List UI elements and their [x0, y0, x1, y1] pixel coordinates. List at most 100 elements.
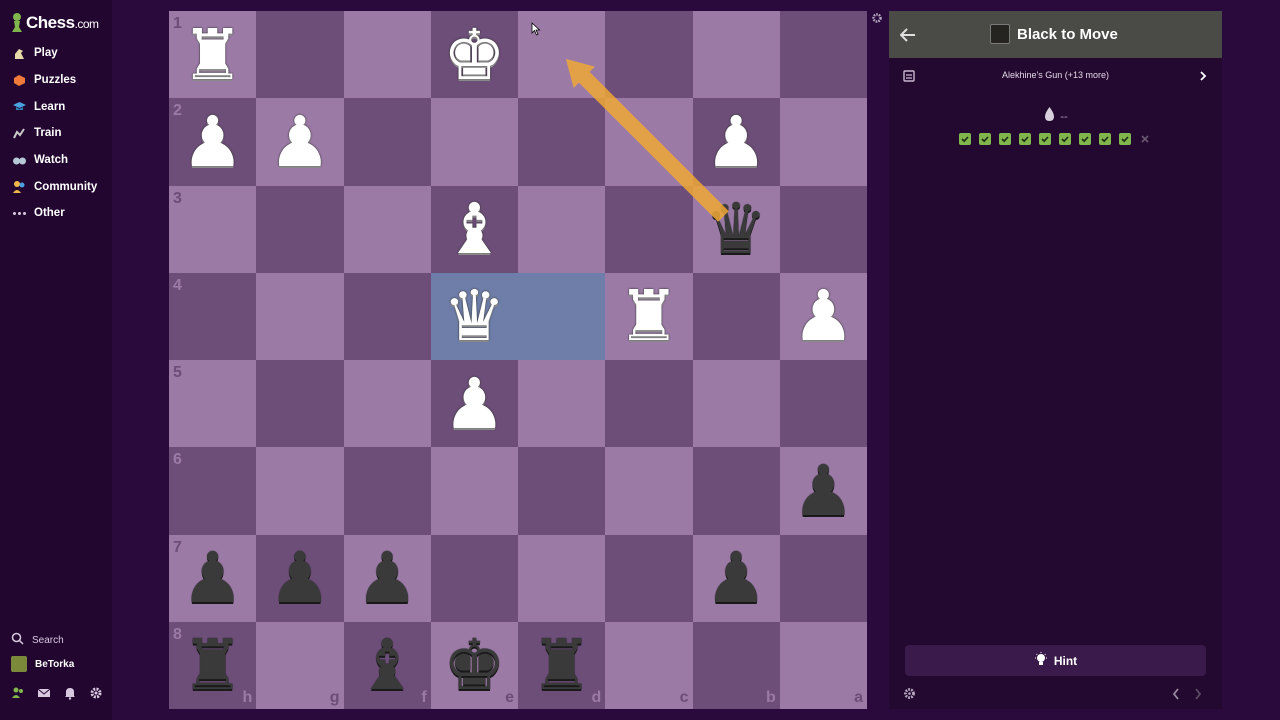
black-king-icon[interactable]: ♚: [443, 630, 506, 700]
square-b3[interactable]: ♛: [692, 185, 780, 273]
square-f8[interactable]: f ♝: [343, 621, 431, 709]
square-c5[interactable]: [605, 360, 693, 448]
notifications-icon[interactable]: [63, 686, 77, 700]
square-g4[interactable]: [256, 272, 344, 360]
square-a5[interactable]: [779, 360, 867, 448]
square-b8[interactable]: b: [692, 621, 780, 709]
square-e1[interactable]: ♚: [430, 11, 518, 99]
white-pawn-icon[interactable]: ♟: [443, 369, 506, 439]
square-f4[interactable]: [343, 272, 431, 360]
white-pawn-icon[interactable]: ♟: [792, 281, 855, 351]
square-a4[interactable]: ♟: [779, 272, 867, 360]
user-profile[interactable]: BeTorka: [0, 652, 112, 676]
square-h7[interactable]: 7 ♟: [169, 534, 257, 622]
square-e4[interactable]: ♛: [430, 272, 518, 360]
chevron-right-icon[interactable]: [1198, 69, 1208, 81]
board-settings-icon[interactable]: [871, 11, 883, 23]
square-b7[interactable]: ♟: [692, 534, 780, 622]
square-h4[interactable]: 4: [169, 272, 257, 360]
black-rook-icon[interactable]: ♜: [181, 630, 244, 700]
square-g2[interactable]: ♟: [256, 98, 344, 186]
square-c1[interactable]: [605, 11, 693, 99]
black-pawn-icon[interactable]: ♟: [705, 543, 768, 613]
white-queen-icon[interactable]: ♛: [443, 281, 506, 351]
square-b6[interactable]: [692, 447, 780, 535]
square-a6[interactable]: ♟: [779, 447, 867, 535]
square-h5[interactable]: 5: [169, 360, 257, 448]
square-g7[interactable]: ♟: [256, 534, 344, 622]
square-g6[interactable]: [256, 447, 344, 535]
white-pawn-icon[interactable]: ♟: [181, 107, 244, 177]
back-arrow-icon[interactable]: [897, 24, 919, 46]
black-queen-icon[interactable]: ♛: [705, 194, 768, 264]
square-h1[interactable]: 1 ♜: [169, 11, 257, 99]
square-d4[interactable]: [518, 272, 606, 360]
square-c4[interactable]: ♜: [605, 272, 693, 360]
white-bishop-icon[interactable]: ♝: [443, 194, 506, 264]
square-a7[interactable]: [779, 534, 867, 622]
square-d5[interactable]: [518, 360, 606, 448]
square-e5[interactable]: ♟: [430, 360, 518, 448]
friends-icon[interactable]: [11, 686, 25, 700]
square-h8[interactable]: 8 h ♜: [169, 621, 257, 709]
square-a1[interactable]: [779, 11, 867, 99]
square-f6[interactable]: [343, 447, 431, 535]
square-g3[interactable]: [256, 185, 344, 273]
chevron-right-icon[interactable]: [1193, 687, 1203, 701]
theme-row[interactable]: Alekhine's Gun (+13 more): [889, 64, 1222, 86]
square-h3[interactable]: 3: [169, 185, 257, 273]
square-g8[interactable]: g: [256, 621, 344, 709]
square-b1[interactable]: [692, 11, 780, 99]
black-pawn-icon[interactable]: ♟: [356, 543, 419, 613]
square-f3[interactable]: [343, 185, 431, 273]
square-c2[interactable]: [605, 98, 693, 186]
square-g5[interactable]: [256, 360, 344, 448]
square-e8[interactable]: e ♚: [430, 621, 518, 709]
square-d8[interactable]: d ♜: [518, 621, 606, 709]
square-a8[interactable]: a: [779, 621, 867, 709]
chess-logo[interactable]: Chess.com: [10, 11, 99, 35]
nav-learn[interactable]: Learn: [0, 93, 112, 120]
square-d6[interactable]: [518, 447, 606, 535]
nav-puzzles[interactable]: Puzzles: [0, 67, 112, 94]
black-bishop-icon[interactable]: ♝: [356, 630, 419, 700]
gear-icon[interactable]: [903, 687, 916, 700]
nav-watch[interactable]: Watch: [0, 147, 112, 174]
square-h6[interactable]: 6: [169, 447, 257, 535]
messages-icon[interactable]: [37, 686, 51, 700]
chess-board[interactable]: 1 ♜ ♚ 2 ♟ ♟ ♟ 3 ♝ ♛ 4 ♛ ♜ ♟ 5 ♟ 6 ♟ 7 ♟ ♟ ♟ ♟ 8 h ♜ g f ♝ e ♚ d ♜ c b a: [169, 11, 867, 709]
square-g1[interactable]: [256, 11, 344, 99]
square-b4[interactable]: [692, 272, 780, 360]
square-b2[interactable]: ♟: [692, 98, 780, 186]
nav-other[interactable]: Other: [0, 200, 112, 227]
white-pawn-icon[interactable]: ♟: [268, 107, 331, 177]
black-pawn-icon[interactable]: ♟: [792, 456, 855, 526]
white-king-icon[interactable]: ♚: [443, 20, 506, 90]
square-e2[interactable]: [430, 98, 518, 186]
square-f2[interactable]: [343, 98, 431, 186]
white-pawn-icon[interactable]: ♟: [705, 107, 768, 177]
white-rook-icon[interactable]: ♜: [181, 20, 244, 90]
nav-community[interactable]: Community: [0, 173, 112, 200]
square-a2[interactable]: [779, 98, 867, 186]
white-rook-icon[interactable]: ♜: [617, 281, 680, 351]
black-pawn-icon[interactable]: ♟: [268, 543, 331, 613]
black-rook-icon[interactable]: ♜: [530, 630, 593, 700]
square-d3[interactable]: [518, 185, 606, 273]
square-f1[interactable]: [343, 11, 431, 99]
black-pawn-icon[interactable]: ♟: [181, 543, 244, 613]
search-button[interactable]: Search: [0, 628, 112, 652]
square-c8[interactable]: c: [605, 621, 693, 709]
hint-button[interactable]: Hint: [905, 645, 1206, 676]
square-d2[interactable]: [518, 98, 606, 186]
square-h2[interactable]: 2 ♟: [169, 98, 257, 186]
square-b5[interactable]: [692, 360, 780, 448]
square-c3[interactable]: [605, 185, 693, 273]
square-e3[interactable]: ♝: [430, 185, 518, 273]
square-f7[interactable]: ♟: [343, 534, 431, 622]
settings-icon[interactable]: [89, 686, 103, 700]
nav-play[interactable]: Play: [0, 40, 112, 67]
square-c6[interactable]: [605, 447, 693, 535]
square-e7[interactable]: [430, 534, 518, 622]
nav-train[interactable]: Train: [0, 120, 112, 147]
